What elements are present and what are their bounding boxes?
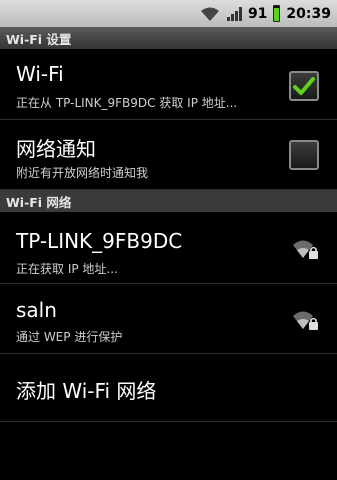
wifi-toggle-title: Wi-Fi bbox=[16, 62, 64, 86]
network-ssid: saln bbox=[16, 298, 57, 322]
page-title-text: Wi-Fi 设置 bbox=[6, 31, 72, 47]
add-network-button[interactable]: 添加 Wi-Fi 网络 bbox=[0, 354, 337, 422]
network-item[interactable]: TP-LINK_9FB9DC 正在获取 IP 地址... bbox=[0, 212, 337, 284]
networks-section-header: Wi-Fi 网络 bbox=[0, 190, 337, 212]
network-notification-row[interactable]: 网络通知 附近有开放网络时通知我 bbox=[0, 120, 337, 190]
network-status: 通过 WEP 进行保护 bbox=[16, 330, 123, 344]
network-item[interactable]: saln 通过 WEP 进行保护 bbox=[0, 284, 337, 354]
wifi-lock-icon bbox=[293, 311, 318, 330]
clock: 20:39 bbox=[286, 5, 331, 22]
network-status: 正在获取 IP 地址... bbox=[16, 262, 118, 276]
battery-icon bbox=[273, 5, 281, 22]
network-notification-summary: 附近有开放网络时通知我 bbox=[16, 166, 149, 180]
wifi-toggle-row[interactable]: Wi-Fi 正在从 TP-LINK_9FB9DC 获取 IP 地址... bbox=[0, 49, 337, 120]
networks-section-title: Wi-Fi 网络 bbox=[6, 194, 72, 210]
network-notification-checkbox[interactable] bbox=[289, 140, 319, 170]
battery-level: 91 bbox=[247, 5, 268, 22]
status-bar: 91 20:39 bbox=[0, 0, 337, 27]
wifi-checkbox[interactable] bbox=[289, 71, 319, 101]
wifi-lock-icon bbox=[293, 240, 318, 259]
wifi-icon bbox=[200, 6, 220, 22]
network-notification-title: 网络通知 bbox=[16, 137, 96, 161]
page-title: Wi-Fi 设置 bbox=[0, 27, 337, 49]
checkmark-icon bbox=[293, 77, 315, 95]
add-network-label: 添加 Wi-Fi 网络 bbox=[16, 379, 157, 403]
wifi-toggle-summary: 正在从 TP-LINK_9FB9DC 获取 IP 地址... bbox=[16, 96, 238, 110]
signal-icon bbox=[226, 6, 242, 22]
network-ssid: TP-LINK_9FB9DC bbox=[16, 229, 183, 253]
